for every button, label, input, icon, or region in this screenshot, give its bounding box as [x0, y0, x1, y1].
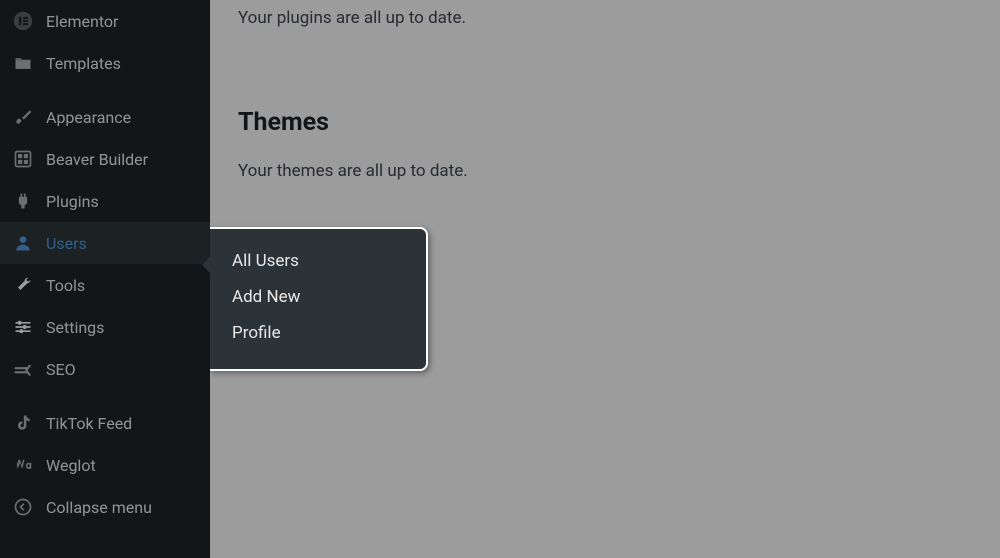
- sidebar-item-beaver-builder[interactable]: Beaver Builder: [0, 138, 210, 180]
- collapse-icon: [12, 496, 34, 518]
- sidebar-item-label: Weglot: [46, 456, 96, 475]
- sidebar-item-users[interactable]: Users: [0, 222, 210, 264]
- sidebar-item-templates[interactable]: Templates: [0, 42, 210, 84]
- sidebar-item-plugins[interactable]: Plugins: [0, 180, 210, 222]
- sidebar-item-tools[interactable]: Tools: [0, 264, 210, 306]
- sidebar-item-label: Appearance: [46, 108, 131, 127]
- submenu-item-all-users[interactable]: All Users: [210, 243, 426, 279]
- submenu-item-add-new[interactable]: Add New: [210, 279, 426, 315]
- submenu-item-label: Add New: [232, 287, 300, 307]
- sliders-icon: [12, 316, 34, 338]
- seo-icon: [12, 358, 34, 380]
- sidebar-item-weglot[interactable]: Weglot: [0, 444, 210, 486]
- folder-icon: [12, 52, 34, 74]
- sidebar-item-collapse-menu[interactable]: Collapse menu: [0, 486, 210, 528]
- dashboard-icon: [12, 148, 34, 170]
- submenu-item-profile[interactable]: Profile: [210, 315, 426, 351]
- themes-status-text: Your themes are all up to date.: [238, 161, 972, 181]
- paintbrush-icon: [12, 106, 34, 128]
- sidebar-item-label: Tools: [46, 276, 85, 295]
- admin-sidebar: Elementor Templates Appearance Beaver Bu…: [0, 0, 210, 558]
- sidebar-item-seo[interactable]: SEO: [0, 348, 210, 390]
- sidebar-item-label: SEO: [46, 360, 76, 379]
- sidebar-item-label: Settings: [46, 318, 104, 337]
- sidebar-separator: [0, 84, 210, 96]
- users-submenu: All Users Add New Profile: [210, 227, 428, 371]
- plugins-status-text: Your plugins are all up to date.: [238, 8, 972, 28]
- sidebar-separator: [0, 390, 210, 402]
- sidebar-item-label: Plugins: [46, 192, 99, 211]
- elementor-icon: [12, 10, 34, 32]
- wrench-icon: [12, 274, 34, 296]
- weglot-icon: [12, 454, 34, 476]
- sidebar-item-label: TikTok Feed: [46, 414, 132, 433]
- themes-heading: Themes: [238, 108, 972, 137]
- sidebar-item-label: Collapse menu: [46, 498, 152, 517]
- plug-icon: [12, 190, 34, 212]
- sidebar-item-tiktok-feed[interactable]: TikTok Feed: [0, 402, 210, 444]
- tiktok-icon: [12, 412, 34, 434]
- sidebar-item-label: Beaver Builder: [46, 150, 148, 169]
- submenu-item-label: All Users: [232, 251, 299, 271]
- sidebar-item-label: Templates: [46, 54, 121, 73]
- sidebar-item-elementor[interactable]: Elementor: [0, 0, 210, 42]
- submenu-item-label: Profile: [232, 323, 281, 343]
- sidebar-item-label: Elementor: [46, 12, 118, 31]
- sidebar-item-settings[interactable]: Settings: [0, 306, 210, 348]
- sidebar-item-label: Users: [46, 234, 87, 253]
- sidebar-item-appearance[interactable]: Appearance: [0, 96, 210, 138]
- person-icon: [12, 232, 34, 254]
